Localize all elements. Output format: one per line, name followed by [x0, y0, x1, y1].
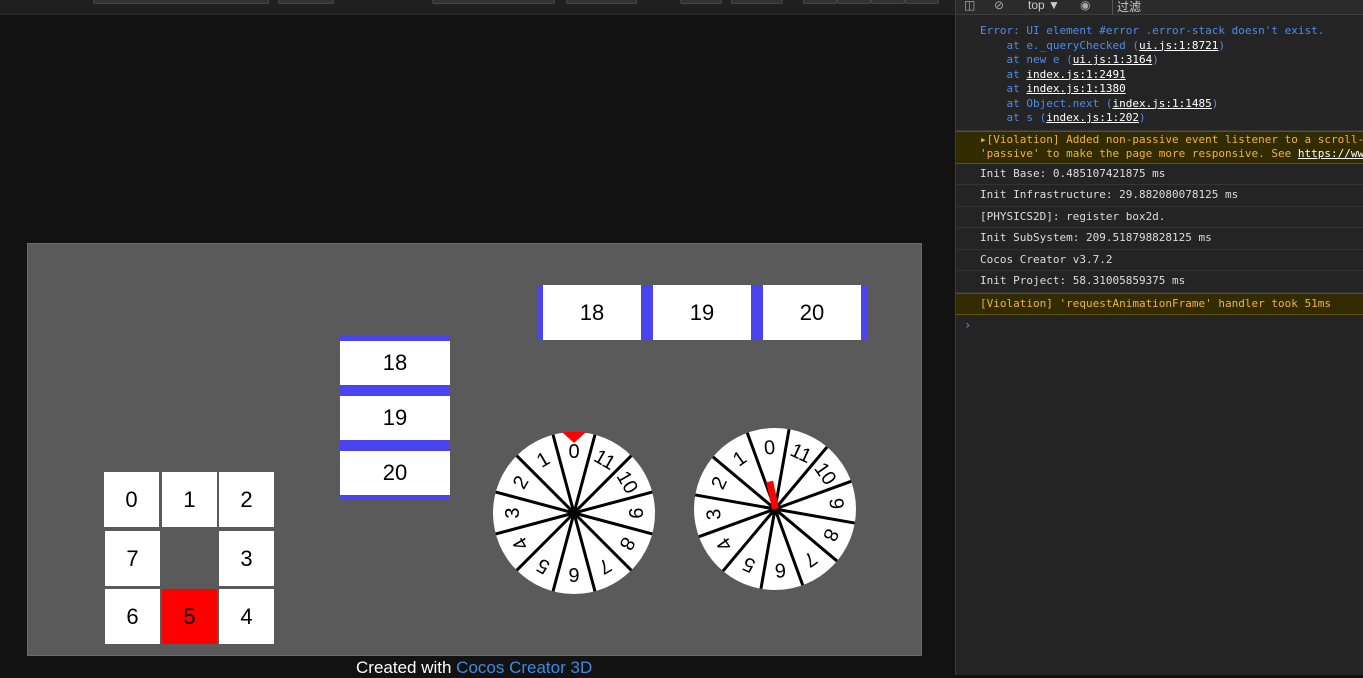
- console-violation-warning[interactable]: [Violation] 'requestAnimationFrame' hand…: [956, 292, 1363, 315]
- wheel-number: 3: [703, 508, 726, 521]
- wheel-number: 6: [568, 563, 579, 585]
- console-toolbar: ◫ ⊘ top ▼ ◉ 过滤: [956, 0, 1363, 15]
- stack-link[interactable]: ui.js:1:8721: [1139, 39, 1218, 52]
- grid-cell-label: 1: [183, 486, 196, 512]
- stack-link[interactable]: index.js:1:2491: [1026, 68, 1125, 81]
- game-canvas[interactable]: 0 1 2 7 3 6 5 4 18 19 20 18 19 20 0 11 10 9…: [27, 243, 922, 656]
- horizontal-scroll-list[interactable]: 18 19 20: [537, 285, 868, 340]
- list-item[interactable]: 20: [763, 285, 861, 340]
- wheel-number: 9: [624, 507, 646, 518]
- sidebar-toggle-icon[interactable]: ◫: [964, 0, 975, 12]
- clear-console-icon[interactable]: ⊘: [994, 0, 1004, 12]
- grid-cell-label: 6: [126, 603, 139, 629]
- stack-link[interactable]: ui.js:1:3164: [1073, 53, 1152, 66]
- console-log: Init Project: 58.31005859375 ms: [956, 271, 1363, 293]
- context-selector[interactable]: top ▼: [1028, 0, 1060, 12]
- toolbar-button[interactable]: [871, 0, 905, 4]
- wheel-number: 3: [502, 507, 524, 518]
- devtools-console: ◫ ⊘ top ▼ ◉ 过滤 Error: UI element #error …: [955, 0, 1363, 675]
- list-item[interactable]: 19: [340, 396, 450, 440]
- console-log: Init Base: 0.485107421875 ms: [956, 164, 1363, 185]
- toolbar-button[interactable]: [680, 0, 722, 4]
- grid-cell[interactable]: 3: [219, 531, 274, 586]
- violation-link[interactable]: https://www: [1298, 147, 1363, 160]
- stack-link[interactable]: index.js:1:1485: [1112, 97, 1211, 110]
- grid-cell[interactable]: 6: [105, 589, 160, 644]
- console-error: Error: UI element #error .error-stack do…: [956, 15, 1363, 131]
- console-log: [PHYSICS2D]: register box2d.: [956, 207, 1363, 228]
- grid-cell[interactable]: 7: [105, 531, 160, 586]
- wheel-number: 0: [763, 437, 776, 460]
- list-item[interactable]: 18: [340, 341, 450, 385]
- eye-icon[interactable]: ◉: [1080, 0, 1090, 12]
- grid-cell[interactable]: 0: [104, 472, 159, 527]
- toolbar-dropdown[interactable]: [93, 0, 269, 4]
- grid-cell[interactable]: 4: [219, 589, 274, 644]
- stack-link[interactable]: index.js:1:1380: [1026, 82, 1125, 95]
- prize-wheel-fixed-pointer[interactable]: 0 1110987654321: [491, 430, 657, 596]
- console-prompt[interactable]: ›: [956, 315, 1363, 335]
- console-violation-warning[interactable]: ▸[Violation] Added non-passive event lis…: [956, 130, 1363, 164]
- toolbar-button[interactable]: [803, 0, 837, 4]
- console-log: Init Infrastructure: 29.882080078125 ms: [956, 185, 1363, 207]
- toolbar-button[interactable]: [566, 0, 637, 4]
- grid-cell-selected[interactable]: 5: [162, 589, 217, 644]
- grid-cell-label: 2: [240, 486, 253, 512]
- filter-input[interactable]: 过滤: [1112, 0, 1141, 15]
- toolbar-dropdown[interactable]: [432, 0, 555, 4]
- toolbar-button[interactable]: [837, 0, 871, 4]
- console-log: Cocos Creator v3.7.2: [956, 250, 1363, 271]
- toolbar-button[interactable]: [731, 0, 783, 4]
- list-item[interactable]: 19: [653, 285, 751, 340]
- vertical-scroll-list[interactable]: 18 19 20: [340, 335, 450, 500]
- cocos-creator-link[interactable]: Cocos Creator 3D: [456, 658, 592, 677]
- grid-cell[interactable]: 1: [162, 472, 217, 527]
- toolbar-button[interactable]: [278, 0, 334, 4]
- toolbar-button[interactable]: [905, 0, 939, 4]
- list-item[interactable]: 18: [543, 285, 641, 340]
- grid-cell-label: 4: [240, 603, 253, 629]
- grid-cell-label: 7: [126, 545, 139, 571]
- device-toolbar: [0, 0, 955, 15]
- console-log: Init SubSystem: 209.518798828125 ms: [956, 228, 1363, 250]
- grid-cell-label: 0: [125, 486, 138, 512]
- wheel-number: 0: [568, 441, 579, 463]
- grid-cell-label: 3: [240, 545, 253, 571]
- grid-cell[interactable]: 2: [219, 472, 274, 527]
- wheel-number: 6: [774, 558, 787, 581]
- stack-link[interactable]: index.js:1:202: [1046, 111, 1139, 124]
- wheel-number: 9: [824, 497, 847, 510]
- grid-cell-label: 5: [183, 603, 196, 629]
- list-item[interactable]: 20: [340, 451, 450, 495]
- footer-credit: Created with Cocos Creator 3D: [356, 658, 593, 677]
- prize-wheel-center-pointer[interactable]: 0 1110987654321: [692, 426, 858, 592]
